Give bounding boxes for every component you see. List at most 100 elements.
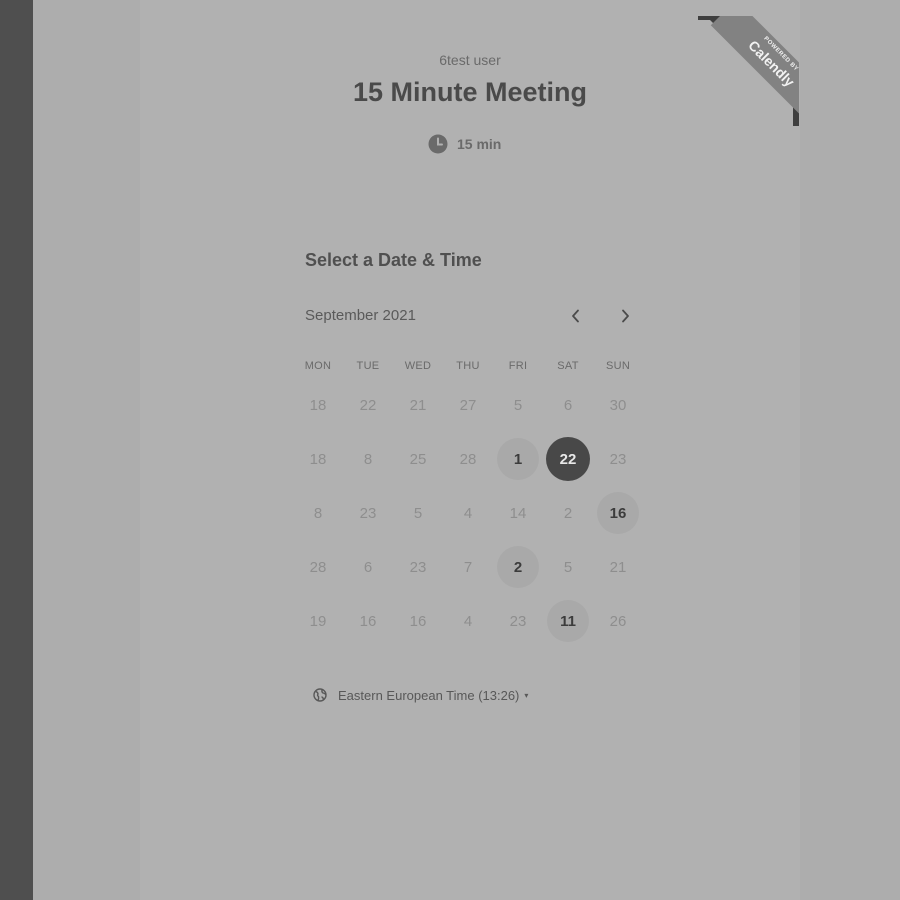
- date-number: 23: [409, 558, 427, 576]
- date-number: 30: [609, 396, 627, 414]
- globe-icon: [313, 688, 327, 702]
- unavailable-date: 16: [393, 594, 443, 648]
- event-duration: 15 min: [428, 133, 501, 155]
- unavailable-date: 8: [343, 432, 393, 486]
- unavailable-date: 18: [293, 378, 343, 432]
- unavailable-date: 22: [343, 378, 393, 432]
- date-number: 8: [313, 504, 323, 522]
- unavailable-date: 6: [343, 540, 393, 594]
- unavailable-date: 21: [393, 378, 443, 432]
- duration-label: 15 min: [457, 136, 502, 152]
- weekday-label: TUE: [356, 360, 380, 372]
- date-number: 2: [497, 546, 539, 588]
- date-number: 6: [363, 558, 373, 576]
- unavailable-date: 4: [443, 486, 493, 540]
- date-number: 23: [509, 612, 527, 630]
- date-number: 16: [409, 612, 427, 630]
- unavailable-date: 6: [543, 378, 593, 432]
- powered-by-ribbon[interactable]: POWERED BY Calendly: [698, 16, 799, 126]
- weekday-label: FRI: [508, 360, 528, 372]
- calendar-grid: 18 22 21 27 5 6 30 18 8 25 28 1 22 23 8 23 5 4 14 2 16 28 6 23 7…: [293, 378, 643, 648]
- date-number: 16: [359, 612, 377, 630]
- unavailable-date: 14: [493, 486, 543, 540]
- date-number: 14: [509, 504, 527, 522]
- date-number: 22: [546, 437, 590, 481]
- unavailable-date: 19: [293, 594, 343, 648]
- date-number: 28: [459, 450, 477, 468]
- weekday-label: SAT: [557, 360, 579, 372]
- unavailable-date: 27: [443, 378, 493, 432]
- available-date-button[interactable]: 11: [543, 594, 593, 648]
- date-number: 6: [563, 396, 573, 414]
- unavailable-date: 23: [593, 432, 643, 486]
- page: POWERED BY Calendly 6test user 15 Minute…: [0, 0, 900, 900]
- date-number: 23: [359, 504, 377, 522]
- date-number: 21: [409, 396, 427, 414]
- available-date-button[interactable]: 2: [493, 540, 543, 594]
- event-title: 15 Minute Meeting: [352, 77, 588, 107]
- weekday-label: THU: [456, 360, 480, 372]
- date-number: 8: [363, 450, 373, 468]
- caret-down-icon: ▾: [524, 690, 529, 700]
- available-date-button[interactable]: 16: [593, 486, 643, 540]
- date-number: 23: [609, 450, 627, 468]
- date-number: 26: [609, 612, 627, 630]
- date-number: 5: [413, 504, 423, 522]
- unavailable-date: 5: [543, 540, 593, 594]
- previous-month-button[interactable]: [564, 304, 588, 328]
- unavailable-date: 30: [593, 378, 643, 432]
- unavailable-date: 25: [393, 432, 443, 486]
- date-number: 1: [497, 438, 539, 480]
- weekday-label: MON: [304, 360, 332, 372]
- unavailable-date: 26: [593, 594, 643, 648]
- unavailable-date: 5: [493, 378, 543, 432]
- date-number: 25: [409, 450, 427, 468]
- unavailable-date: 23: [493, 594, 543, 648]
- event-owner: 6test user: [439, 52, 501, 68]
- date-number: 18: [309, 396, 327, 414]
- clock-icon: [428, 134, 448, 154]
- date-number: 4: [463, 504, 473, 522]
- calendar-week-row: 18 22 21 27 5 6 30: [293, 378, 643, 432]
- date-number: 27: [459, 396, 477, 414]
- section-title: Select a Date & Time: [305, 250, 482, 270]
- unavailable-date: 2: [543, 486, 593, 540]
- timezone-selector[interactable]: Eastern European Time (13:26) ▾: [313, 686, 528, 704]
- unavailable-date: 7: [443, 540, 493, 594]
- timezone-label: Eastern European Time (13:26): [338, 687, 520, 703]
- date-number: 22: [359, 396, 377, 414]
- selected-date-button[interactable]: 22: [543, 432, 593, 486]
- unavailable-date: 23: [343, 486, 393, 540]
- date-number: 4: [463, 612, 473, 630]
- weekday-label: SUN: [605, 360, 631, 372]
- unavailable-date: 18: [293, 432, 343, 486]
- chevron-right-icon: [622, 309, 629, 323]
- weekday-header: MON TUE WED THU FRI SAT SUN: [293, 360, 643, 372]
- date-number: 19: [309, 612, 327, 630]
- unavailable-date: 23: [393, 540, 443, 594]
- unavailable-date: 5: [393, 486, 443, 540]
- month-label: September 2021: [305, 307, 416, 324]
- unavailable-date: 16: [343, 594, 393, 648]
- date-number: 28: [309, 558, 327, 576]
- unavailable-date: 28: [293, 540, 343, 594]
- unavailable-date: 8: [293, 486, 343, 540]
- weekday-label: WED: [404, 360, 432, 372]
- available-date-button[interactable]: 1: [493, 432, 543, 486]
- date-number: 2: [563, 504, 573, 522]
- unavailable-date: 28: [443, 432, 493, 486]
- date-number: 7: [463, 558, 473, 576]
- unavailable-date: 4: [443, 594, 493, 648]
- date-number: 5: [563, 558, 573, 576]
- calendar-week-row: 28 6 23 7 2 5 21: [293, 540, 643, 594]
- calendar-week-row: 19 16 16 4 23 11 26: [293, 594, 643, 648]
- unavailable-date: 21: [593, 540, 643, 594]
- next-month-button[interactable]: [613, 304, 637, 328]
- date-number: 18: [309, 450, 327, 468]
- date-number: 11: [547, 600, 589, 642]
- left-sidebar: [0, 0, 33, 900]
- date-number: 21: [609, 558, 627, 576]
- calendar-week-row: 8 23 5 4 14 2 16: [293, 486, 643, 540]
- chevron-left-icon: [572, 309, 579, 323]
- date-number: 5: [513, 396, 523, 414]
